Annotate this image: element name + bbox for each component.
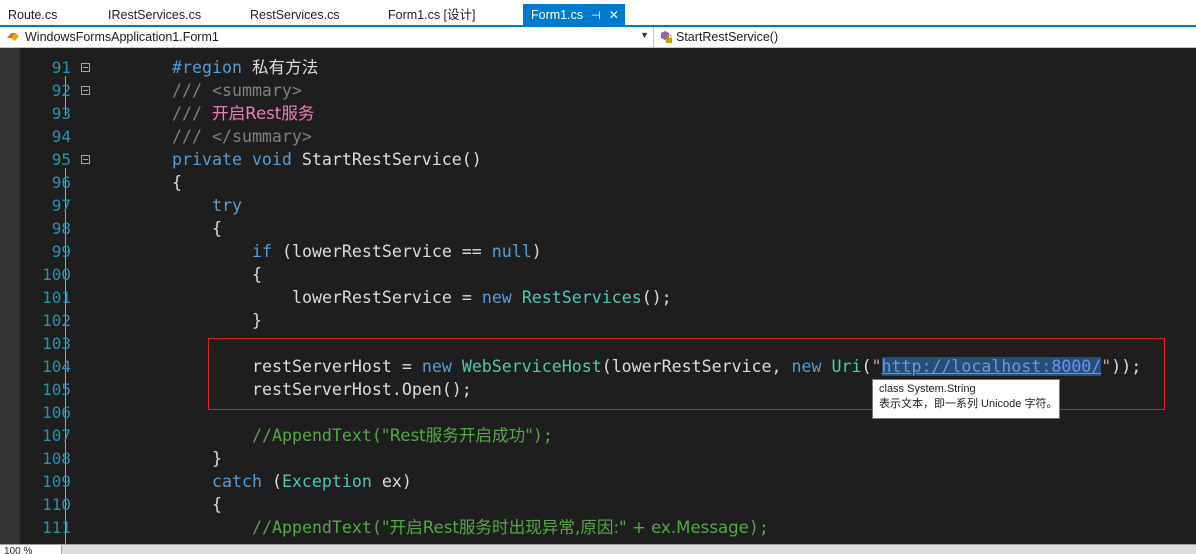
code-line: 102 } (20, 309, 1196, 332)
line-number: 109 (42, 472, 71, 491)
collapse-icon[interactable] (81, 155, 90, 164)
tab-irestservices-cs[interactable]: IRestServices.cs (100, 4, 209, 26)
zoom-level[interactable]: 100 % (0, 545, 62, 554)
code-text: { (172, 173, 182, 192)
code-text: { (212, 495, 222, 514)
line-number: 103 (42, 334, 71, 353)
code-line: 99 if (lowerRestService == null) (20, 240, 1196, 263)
line-number: 94 (51, 127, 71, 146)
line-number: 105 (42, 380, 71, 399)
line-number: 98 (51, 219, 71, 238)
code-line: 95 private void StartRestService() (20, 148, 1196, 171)
line-number: 93 (51, 104, 71, 123)
code-text: try (212, 196, 242, 215)
line-number: 97 (51, 196, 71, 215)
class-icon (7, 33, 19, 41)
code-text: #region 私有方法 (172, 58, 319, 77)
line-number: 104 (42, 357, 71, 376)
line-number: 111 (42, 518, 71, 537)
code-line: 110 { (20, 493, 1196, 516)
tab-label: Form1.cs (531, 8, 584, 22)
close-icon[interactable]: ✕ (609, 8, 619, 22)
code-line: 101 lowerRestService = new RestServices(… (20, 286, 1196, 309)
member-dropdown-value: StartRestService() (676, 30, 779, 44)
code-line: 97 try (20, 194, 1196, 217)
class-dropdown-value: WindowsFormsApplication1.Form1 (25, 30, 219, 44)
code-line: 111 //AppendText("开启Rest服务时出现异常,原因:" + e… (20, 516, 1196, 539)
tab-label: Route.cs (8, 8, 58, 22)
navigation-bar: WindowsFormsApplication1.Form1 ▼ StartRe… (0, 27, 1196, 48)
code-line: 91 #region 私有方法 (20, 56, 1196, 79)
private-method-icon (661, 31, 672, 43)
line-number: 110 (42, 495, 71, 514)
code-line: 107 //AppendText("Rest服务开启成功"); (20, 424, 1196, 447)
code-text: { (252, 265, 262, 284)
tab-label: RestServices.cs (250, 8, 340, 22)
chevron-down-icon: ▼ (640, 30, 649, 40)
tab-restservices-cs[interactable]: RestServices.cs (242, 4, 348, 26)
code-text: catch (Exception ex) (212, 472, 412, 491)
code-text: private void StartRestService() (172, 150, 482, 169)
code-text: lowerRestService = new RestServices(); (292, 288, 672, 307)
code-line: 92 /// <summary> (20, 79, 1196, 102)
tab-label: IRestServices.cs (108, 8, 202, 22)
indicator-margin (0, 48, 20, 544)
line-number: 99 (51, 242, 71, 261)
tooltip-description: 表示文本，即一系列 Unicode 字符。 (879, 398, 1058, 410)
collapse-icon[interactable] (81, 86, 90, 95)
horizontal-scrollbar[interactable]: 100 % (0, 544, 1196, 554)
code-line: 96 { (20, 171, 1196, 194)
code-text: } (212, 449, 222, 468)
code-text: /// 开启Rest服务 (172, 104, 315, 123)
code-text: //AppendText("开启Rest服务时出现异常,原因:" + ex.Me… (252, 518, 769, 537)
code-line: 93 /// 开启Rest服务 (20, 102, 1196, 125)
tab-form1-designer[interactable]: Form1.cs [设计] (380, 4, 484, 26)
tab-form1-cs-active[interactable]: Form1.cs ⊣ ✕ (523, 4, 625, 26)
line-number: 107 (42, 426, 71, 445)
document-tab-bar: Route.cs IRestServices.cs RestServices.c… (0, 0, 1196, 27)
line-number: 96 (51, 173, 71, 192)
code-text: //AppendText("Rest服务开启成功"); (252, 426, 553, 445)
tab-label: Form1.cs [设计] (388, 8, 476, 22)
quickinfo-tooltip: class System.String 表示文本，即一系列 Unicode 字符… (872, 379, 1060, 419)
collapse-icon[interactable] (81, 63, 90, 72)
line-number: 101 (42, 288, 71, 307)
tooltip-signature: class System.String (879, 383, 976, 395)
line-number: 108 (42, 449, 71, 468)
code-text: { (212, 219, 222, 238)
code-text: /// <summary> (172, 81, 302, 100)
code-line: 94 /// </summary> (20, 125, 1196, 148)
code-text: } (252, 311, 262, 330)
line-number: 92 (51, 81, 71, 100)
line-number: 95 (51, 150, 71, 169)
tab-route-cs[interactable]: Route.cs (0, 4, 65, 26)
code-line: 98 { (20, 217, 1196, 240)
code-line: 100 { (20, 263, 1196, 286)
code-line: 108 } (20, 447, 1196, 470)
line-number: 100 (42, 265, 71, 284)
code-text: if (lowerRestService == null) (252, 242, 542, 261)
code-line: 109 catch (Exception ex) (20, 470, 1196, 493)
code-text: /// </summary> (172, 127, 312, 146)
line-number: 102 (42, 311, 71, 330)
pin-icon[interactable]: ⊣ (591, 10, 601, 22)
line-number: 106 (42, 403, 71, 422)
class-dropdown[interactable]: WindowsFormsApplication1.Form1 ▼ (0, 27, 654, 47)
code-editor[interactable]: 91 #region 私有方法 92 /// <summary> 93 /// … (0, 48, 1196, 544)
member-dropdown[interactable]: StartRestService() (655, 27, 1196, 47)
line-number: 91 (51, 58, 71, 77)
